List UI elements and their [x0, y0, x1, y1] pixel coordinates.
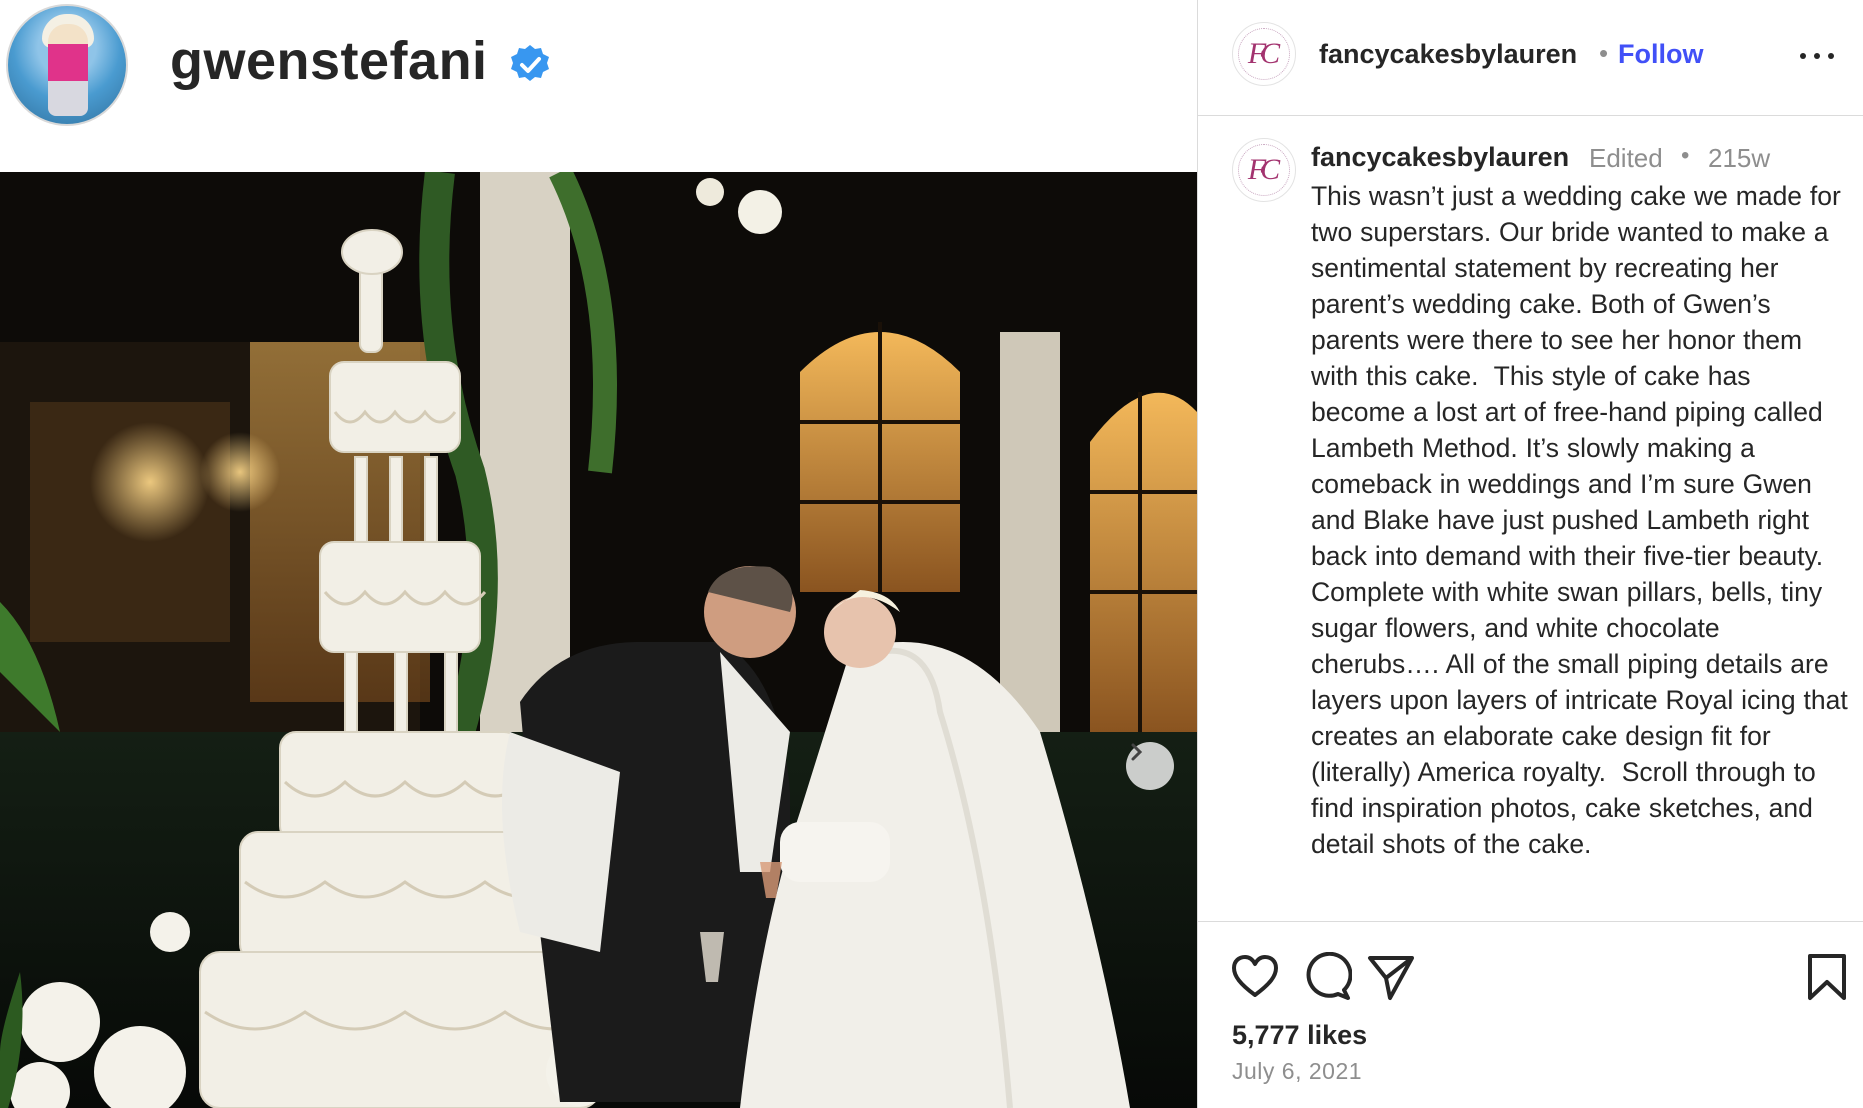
bookmark-icon[interactable] — [1802, 952, 1852, 1002]
poster-avatar[interactable]: FC — [1232, 22, 1296, 86]
post-date: July 6, 2021 — [1232, 1058, 1363, 1084]
post-details-pane: FC fancycakesbylauren • Follow FC fancyc… — [1197, 0, 1863, 1108]
post-media-pane: gwenstefani — [0, 0, 1197, 1108]
caption-avatar[interactable]: FC — [1232, 138, 1296, 202]
post-header: FC fancycakesbylauren • Follow — [1198, 0, 1863, 116]
follow-button[interactable]: Follow — [1618, 39, 1703, 70]
caption-text: This wasn’t just a wedding cake we made … — [1311, 181, 1856, 859]
more-options-icon[interactable] — [1798, 40, 1838, 70]
likes-count[interactable]: 5,777 likes — [1232, 1020, 1367, 1051]
author-header: gwenstefani — [0, 0, 1197, 172]
comment-icon[interactable] — [1302, 952, 1352, 1002]
caption-area[interactable]: FC fancycakesbylauren Edited • 215w This… — [1198, 116, 1863, 922]
header-separator: • — [1599, 38, 1609, 68]
share-icon[interactable] — [1366, 952, 1416, 1002]
edited-label: Edited — [1589, 143, 1663, 173]
avatar-monogram: FC — [1247, 37, 1280, 70]
caption-timestamp[interactable]: 215w — [1708, 143, 1770, 174]
caption-separator: • — [1681, 142, 1690, 169]
heart-icon[interactable] — [1230, 952, 1280, 1002]
wedding-photo-illustration — [0, 172, 1197, 1108]
next-photo-button[interactable] — [1126, 742, 1174, 790]
verified-badge-icon — [511, 45, 549, 81]
author-username[interactable]: gwenstefani — [170, 30, 488, 92]
avatar-monogram: FC — [1247, 153, 1280, 186]
chevron-right-icon — [1131, 743, 1143, 761]
poster-username[interactable]: fancycakesbylauren — [1319, 39, 1577, 70]
author-avatar[interactable] — [6, 4, 128, 126]
post-photo[interactable] — [0, 172, 1197, 1108]
avatar-figure-shape — [48, 24, 88, 116]
caption-username[interactable]: fancycakesbylauren — [1311, 142, 1569, 173]
post-actions: 5,777 likes July 6, 2021 — [1198, 922, 1863, 1108]
